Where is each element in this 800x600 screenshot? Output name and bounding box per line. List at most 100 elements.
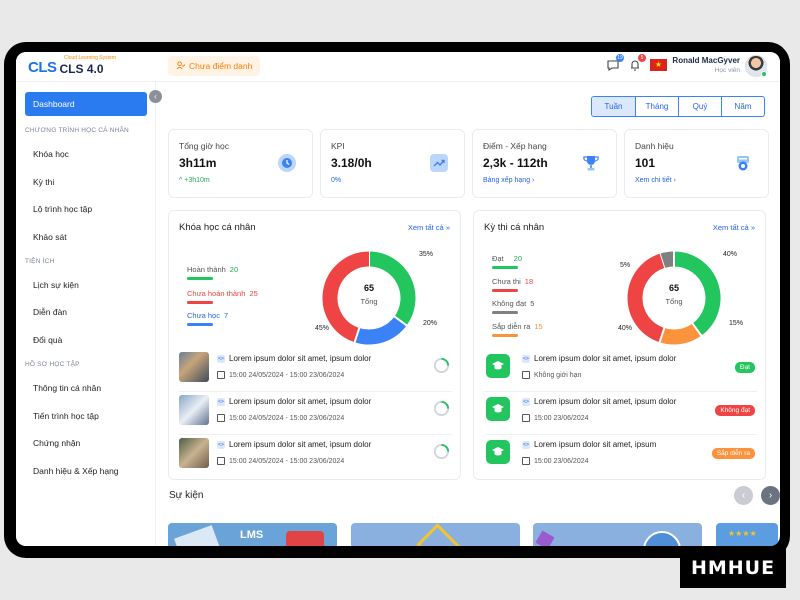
status-badge: Không đạt — [715, 405, 755, 416]
tab-week[interactable]: Tuần — [592, 97, 635, 116]
stat-delta: 0% — [331, 177, 342, 184]
course-title: <> Lorem ipsum dolor sit amet, ipsum dolo… — [217, 440, 372, 449]
list-item[interactable]: <> Lorem ipsum dolor sit amet, ipsum dolo… — [179, 435, 452, 478]
course-time: 15:00 24/05/2024 - 15:00 23/06/2024 — [217, 414, 344, 422]
legend-bar — [492, 311, 518, 314]
tab-quarter[interactable]: Quý — [678, 97, 721, 116]
legend-upcoming: Sắp diễn ra 15 — [492, 322, 543, 331]
see-all-exams-link[interactable]: Xem tất cả » — [713, 223, 755, 232]
progress-ring — [433, 357, 450, 374]
attendance-label: Chưa điểm danh — [189, 61, 253, 71]
event-card[interactable] — [351, 523, 520, 546]
main-content: Tuần Tháng Quý Năm Tổng giờ học 3h11m ^ … — [156, 82, 780, 546]
sidebar-item-surveys[interactable]: Khảo sát — [33, 232, 67, 242]
tab-month[interactable]: Tháng — [635, 97, 678, 116]
stat-card-study-hours[interactable]: Tổng giờ học 3h11m ^ +3h10m — [168, 129, 313, 198]
list-item[interactable]: <> Lorem ipsum dolor sit amet, ipsum dolo… — [179, 392, 452, 435]
sidebar-item-rewards[interactable]: Đổi quà — [33, 335, 62, 345]
collapse-sidebar-icon[interactable]: ‹ — [149, 90, 162, 103]
event-card[interactable]: LMS — [168, 523, 337, 546]
sidebar-item-courses[interactable]: Khóa học — [33, 149, 69, 159]
sidebar-item-titles-ranking[interactable]: Danh hiệu & Xếp hạng — [33, 466, 119, 476]
logo-mark: CLS — [28, 58, 57, 76]
donut-total-label: Tổng — [360, 297, 378, 306]
chevron-right-icon: › — [671, 177, 676, 184]
legend-bar — [492, 289, 518, 292]
exam-title: <> Lorem ipsum dolor sit amet, ipsum — [522, 440, 657, 449]
status-badge: Đạt — [734, 362, 755, 373]
chevron-right-icon: › — [768, 490, 773, 501]
exam-time: Không giới hạn — [522, 371, 581, 379]
code-icon: <> — [522, 397, 530, 406]
list-item[interactable]: <> Lorem ipsum dolor sit amet, ipsum dolo… — [484, 349, 757, 392]
slice-label-incomplete: 45% — [315, 325, 330, 332]
stat-value: 101 — [635, 156, 656, 170]
list-item[interactable]: <> Lorem ipsum dolor sit amet, ipsum dolo… — [484, 392, 757, 435]
chevron-left-icon: ‹ — [741, 490, 746, 501]
stat-card-kpi[interactable]: KPI 3.18/0h 0% — [320, 129, 465, 198]
logo-name: CLS 4.0 — [59, 62, 104, 76]
calendar-icon — [522, 414, 530, 422]
stat-card-titles[interactable]: Danh hiệu 101 Xem chi tiết › — [624, 129, 769, 198]
code-icon: <> — [217, 440, 225, 449]
app-screen: CLS Cloud Learning System CLS 4.0 Chưa đ… — [16, 52, 780, 546]
donut-total: 65 — [363, 283, 374, 293]
course-title: <> Lorem ipsum dolor sit amet, ipsum dolo… — [217, 397, 372, 406]
exam-time: 15:00 23/06/2024 — [522, 457, 589, 465]
donut-slice — [659, 323, 702, 345]
chat-icon[interactable]: 19 — [606, 54, 624, 72]
legend-bar — [492, 266, 518, 269]
bell-icon[interactable]: 5 — [628, 54, 646, 72]
exam-title: <> Lorem ipsum dolor sit amet, ipsum dolo… — [522, 354, 677, 363]
stat-card-points-ranking[interactable]: Điểm - Xếp hạng 2,3k - 112th Bảng xếp hạ… — [472, 129, 617, 198]
trophy-icon — [582, 154, 600, 172]
trend-icon — [430, 154, 448, 172]
online-status-dot — [761, 71, 767, 77]
sidebar-section-title: CHƯƠNG TRÌNH HỌC CÁ NHÂN — [25, 127, 129, 134]
double-chevron-right-icon: » — [748, 223, 755, 232]
leaderboard-link[interactable]: Bảng xếp hạng › — [483, 177, 534, 184]
course-thumbnail — [179, 395, 209, 425]
sidebar-item-dashboard[interactable]: Dashboard — [25, 92, 147, 116]
stat-delta: ^ +3h10m — [179, 177, 210, 184]
legend-failed: Không đạt 5 — [492, 299, 535, 308]
vietnam-flag-icon[interactable]: ★ — [650, 59, 667, 71]
code-icon: <> — [522, 440, 530, 449]
sidebar-item-exams[interactable]: Kỳ thi — [33, 177, 54, 187]
stat-value: 3.18/0h — [331, 156, 372, 170]
user-role: Học viên — [714, 67, 740, 74]
view-details-link[interactable]: Xem chi tiết › — [635, 177, 676, 184]
events-prev-button[interactable]: ‹ — [734, 486, 753, 505]
progress-ring — [433, 443, 450, 460]
slice-label-upcoming: 15% — [729, 320, 744, 327]
graduation-cap-icon — [486, 397, 510, 421]
legend-not-started: Chưa học 7 — [187, 311, 229, 320]
sidebar-item-learning-path[interactable]: Lộ trình học tập — [33, 204, 92, 214]
event-card[interactable] — [533, 523, 702, 546]
list-item[interactable]: <> Lorem ipsum dolor sit amet, ipsum 15:0… — [484, 435, 757, 478]
sidebar-item-event-calendar[interactable]: Lịch sự kiện — [33, 280, 79, 290]
medal-icon — [734, 154, 752, 172]
sidebar-item-certificates[interactable]: Chứng nhận — [33, 438, 80, 448]
sidebar-item-profile[interactable]: Thông tin cá nhân — [33, 383, 101, 393]
slice-label-failed: 5% — [620, 262, 631, 269]
progress-ring — [433, 400, 450, 417]
card-title: Kỳ thi cá nhân — [484, 222, 545, 233]
course-time: 15:00 24/05/2024 - 15:00 23/06/2024 — [217, 371, 344, 379]
app-logo[interactable]: CLS Cloud Learning System CLS 4.0 — [28, 55, 116, 79]
donut-total: 65 — [668, 283, 679, 293]
see-all-courses-link[interactable]: Xem tất cả » — [408, 223, 450, 232]
attendance-button[interactable]: Chưa điểm danh — [168, 56, 261, 76]
sidebar-item-progress[interactable]: Tiến trình học tập — [33, 411, 99, 421]
tab-year[interactable]: Năm — [721, 97, 764, 116]
sidebar-item-forum[interactable]: Diễn đàn — [33, 307, 67, 317]
course-thumbnail — [179, 438, 209, 468]
user-info[interactable]: Ronald MacGyver Học viên — [670, 56, 740, 74]
donut-slice — [659, 251, 675, 269]
legend-bar — [492, 334, 518, 337]
list-item[interactable]: <> Lorem ipsum dolor sit amet, ipsum dolo… — [179, 349, 452, 392]
events-next-button[interactable]: › — [761, 486, 780, 505]
sidebar-section-title: HỒ SƠ HỌC TẬP — [25, 361, 80, 368]
event-card[interactable]: ★★★★ — [716, 523, 778, 546]
exam-time: 15:00 23/06/2024 — [522, 414, 589, 422]
